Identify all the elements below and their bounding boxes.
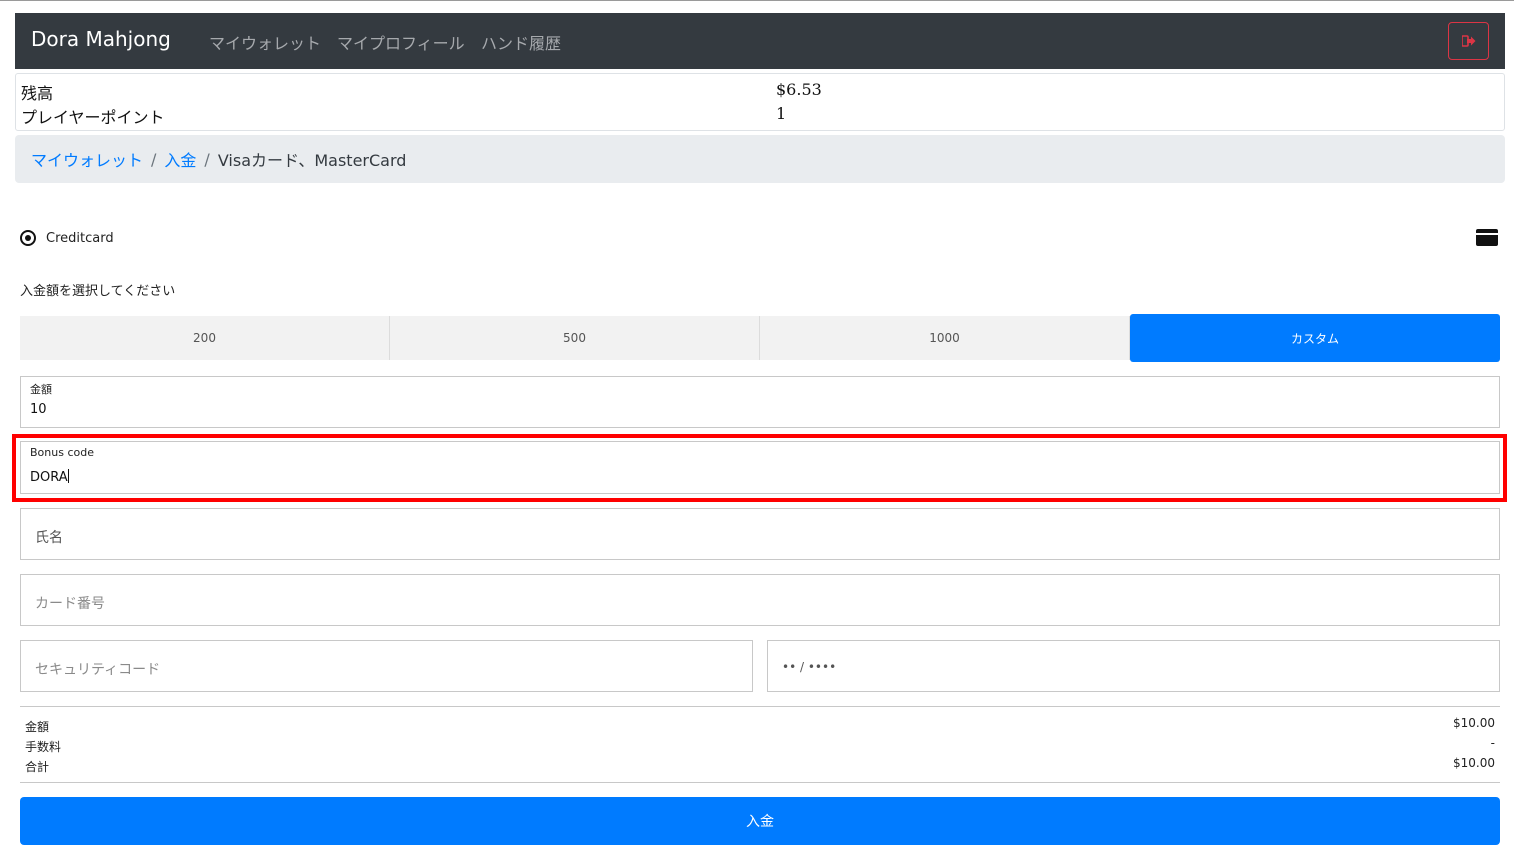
- sign-out-icon: [1461, 35, 1475, 47]
- name-placeholder: 氏名: [35, 530, 63, 546]
- amount-field-value[interactable]: 10: [30, 402, 47, 417]
- card-number-field[interactable]: カード番号: [20, 574, 1500, 626]
- creditcard-label: Creditcard: [46, 230, 114, 246]
- nav-link-hand-history[interactable]: ハンド履歴: [481, 30, 561, 54]
- security-code-field[interactable]: セキュリティコード: [20, 640, 753, 692]
- credit-card-icon: [1476, 229, 1498, 246]
- highlight-box: [12, 434, 1507, 502]
- breadcrumb-my-wallet[interactable]: マイウォレット: [31, 147, 143, 171]
- top-border: [0, 0, 1514, 1]
- summary-fee-value: -: [1490, 736, 1495, 750]
- player-points-label: プレイヤーポイント: [21, 108, 165, 127]
- navbar: Dora Mahjong マイウォレット マイプロフィール ハンド履歴: [15, 13, 1505, 69]
- balance-label: 残高: [21, 84, 54, 103]
- breadcrumb-separator: /: [151, 149, 157, 169]
- logout-button[interactable]: [1448, 22, 1489, 60]
- creditcard-radio[interactable]: [20, 230, 36, 246]
- amount-option-500[interactable]: 500: [390, 316, 760, 360]
- summary-total-value: $10.00: [1453, 756, 1495, 770]
- breadcrumb-deposit[interactable]: 入金: [164, 147, 196, 171]
- brand-logo[interactable]: Dora Mahjong: [31, 27, 171, 51]
- balance-panel: 残高 $6.53 プレイヤーポイント 1: [15, 73, 1505, 131]
- summary-amount-value: $10.00: [1453, 716, 1495, 730]
- nav-link-my-wallet[interactable]: マイウォレット: [209, 30, 321, 54]
- summary-panel: 金額 $10.00 手数料 - 合計 $10.00: [20, 706, 1500, 783]
- amount-options: 200 500 1000 カスタム: [20, 314, 1500, 362]
- expiry-field[interactable]: •• / ••••: [767, 640, 1500, 692]
- name-field[interactable]: 氏名: [20, 508, 1500, 560]
- amount-option-1000[interactable]: 1000: [760, 316, 1130, 360]
- summary-amount-label: 金額: [25, 720, 50, 734]
- deposit-button[interactable]: 入金: [20, 797, 1500, 845]
- amount-option-custom[interactable]: カスタム: [1130, 314, 1500, 362]
- amount-field[interactable]: 金額 10: [20, 376, 1500, 428]
- amount-option-200[interactable]: 200: [20, 316, 390, 360]
- card-number-placeholder: カード番号: [35, 596, 105, 612]
- player-points-value: 1: [776, 104, 787, 123]
- summary-total-label: 合計: [25, 760, 50, 774]
- nav-link-my-profile[interactable]: マイプロフィール: [337, 30, 465, 54]
- amount-select-label: 入金額を選択してください: [20, 284, 176, 299]
- security-code-placeholder: セキュリティコード: [35, 662, 161, 678]
- summary-fee-label: 手数料: [25, 740, 62, 754]
- balance-value: $6.53: [776, 80, 822, 99]
- breadcrumb-current: Visaカード、MasterCard: [217, 151, 407, 170]
- payment-method-option[interactable]: Creditcard: [20, 230, 114, 246]
- expiry-placeholder: •• / ••••: [782, 660, 837, 674]
- breadcrumb: マイウォレット / 入金 / Visaカード、MasterCard: [15, 135, 1505, 183]
- amount-field-label: 金額: [30, 383, 52, 396]
- breadcrumb-separator: /: [204, 149, 210, 169]
